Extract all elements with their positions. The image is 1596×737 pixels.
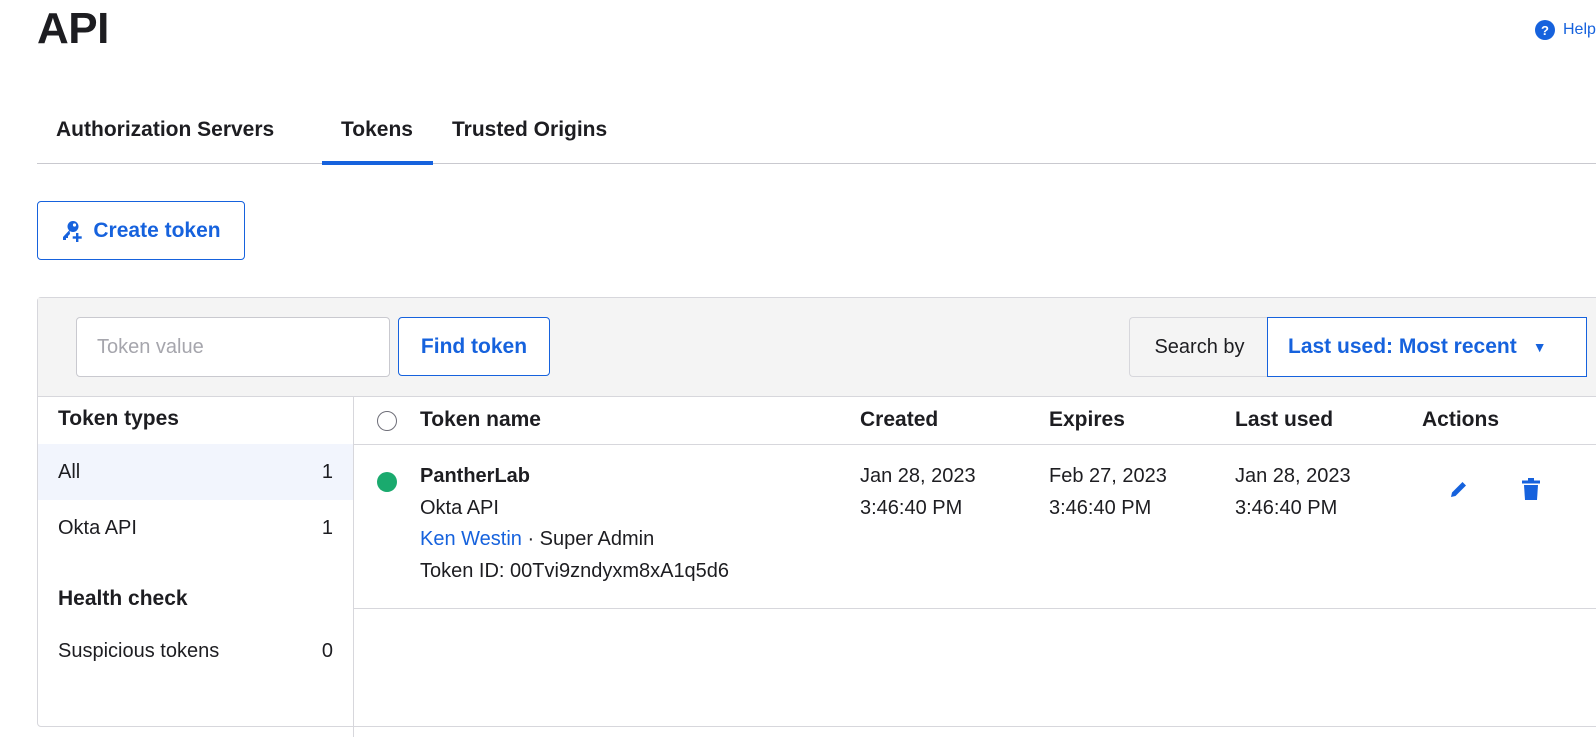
col-token-name: Token name [420,408,541,431]
key-plus-icon [63,220,83,242]
filter-label: All [58,460,81,483]
filter-item-all[interactable]: All 1 [38,444,353,500]
filter-item-okta-api[interactable]: Okta API 1 [38,500,353,556]
filter-count: 1 [321,516,333,539]
expires-time: 3:46:40 PM [1049,496,1152,519]
token-type: Okta API [420,496,499,519]
caret-down-icon: ▼ [1532,339,1547,355]
tab-bar: Authorization Servers Tokens Trusted Ori… [37,104,1596,165]
trash-icon[interactable] [1517,475,1545,503]
find-token-button[interactable]: Find token [398,317,550,376]
page-title: API [37,4,109,53]
search-toolbar: Find token Search by Last used: Most rec… [38,298,1596,397]
table-header: Token name Created Expires Last used Act… [354,397,1596,445]
status-active-icon [377,472,397,492]
created-cell: Jan 28, 2023 3:46:40 PM [860,461,976,524]
col-last-used: Last used [1235,408,1334,431]
token-id: Token ID: 00Tvi9zndyxm8xA1q5d6 [420,559,730,582]
help-link[interactable]: ? Help [1535,20,1596,40]
table-row: PantherLab Okta API Ken Westin · Super A… [354,445,1596,609]
filter-sidebar: Token types All 1 Okta API 1 Health chec… [38,397,354,737]
owner-role: · Super Admin [521,528,655,550]
create-token-label: Create token [93,218,221,242]
create-token-button[interactable]: Create token [37,201,245,260]
search-by-label: Search by [1129,317,1269,377]
last-used-cell: Jan 28, 2023 3:46:40 PM [1235,461,1351,524]
token-name: PantherLab [420,465,531,487]
filter-label: Suspicious tokens [58,639,220,662]
owner-link[interactable]: Ken Westin [420,528,522,550]
expires-date: Feb 27, 2023 [1049,465,1167,487]
created-date: Jan 28, 2023 [860,465,976,487]
col-created: Created [860,408,939,431]
filter-label: Okta API [58,516,137,539]
help-label: Help [1563,21,1596,38]
filter-item-suspicious-tokens[interactable]: Suspicious tokens 0 [38,623,353,679]
select-all-radio[interactable] [377,411,397,431]
filter-count: 0 [321,639,333,662]
help-icon: ? [1535,20,1555,40]
tokens-panel: Find token Search by Last used: Most rec… [37,297,1596,737]
created-time: 3:46:40 PM [860,496,963,519]
last-used-time: 3:46:40 PM [1235,496,1338,519]
tab-trusted-origins[interactable]: Trusted Origins [433,104,626,164]
token-name-cell: PantherLab Okta API Ken Westin · Super A… [420,461,729,587]
last-used-date: Jan 28, 2023 [1235,465,1351,487]
col-expires: Expires [1049,408,1125,431]
tokens-table: Token name Created Expires Last used Act… [354,397,1596,737]
edit-icon[interactable] [1445,475,1473,503]
token-types-heading: Token types [58,407,179,430]
tab-tokens[interactable]: Tokens [322,104,433,165]
sort-value: Last used: Most recent [1288,335,1517,358]
tab-authorization-servers[interactable]: Authorization Servers [37,104,322,164]
token-value-input[interactable] [76,317,390,377]
expires-cell: Feb 27, 2023 3:46:40 PM [1049,461,1167,524]
col-actions: Actions [1422,408,1500,431]
health-check-heading: Health check [58,587,188,610]
filter-count: 1 [321,460,333,483]
sort-dropdown[interactable]: Last used: Most recent ▼ [1267,317,1587,377]
